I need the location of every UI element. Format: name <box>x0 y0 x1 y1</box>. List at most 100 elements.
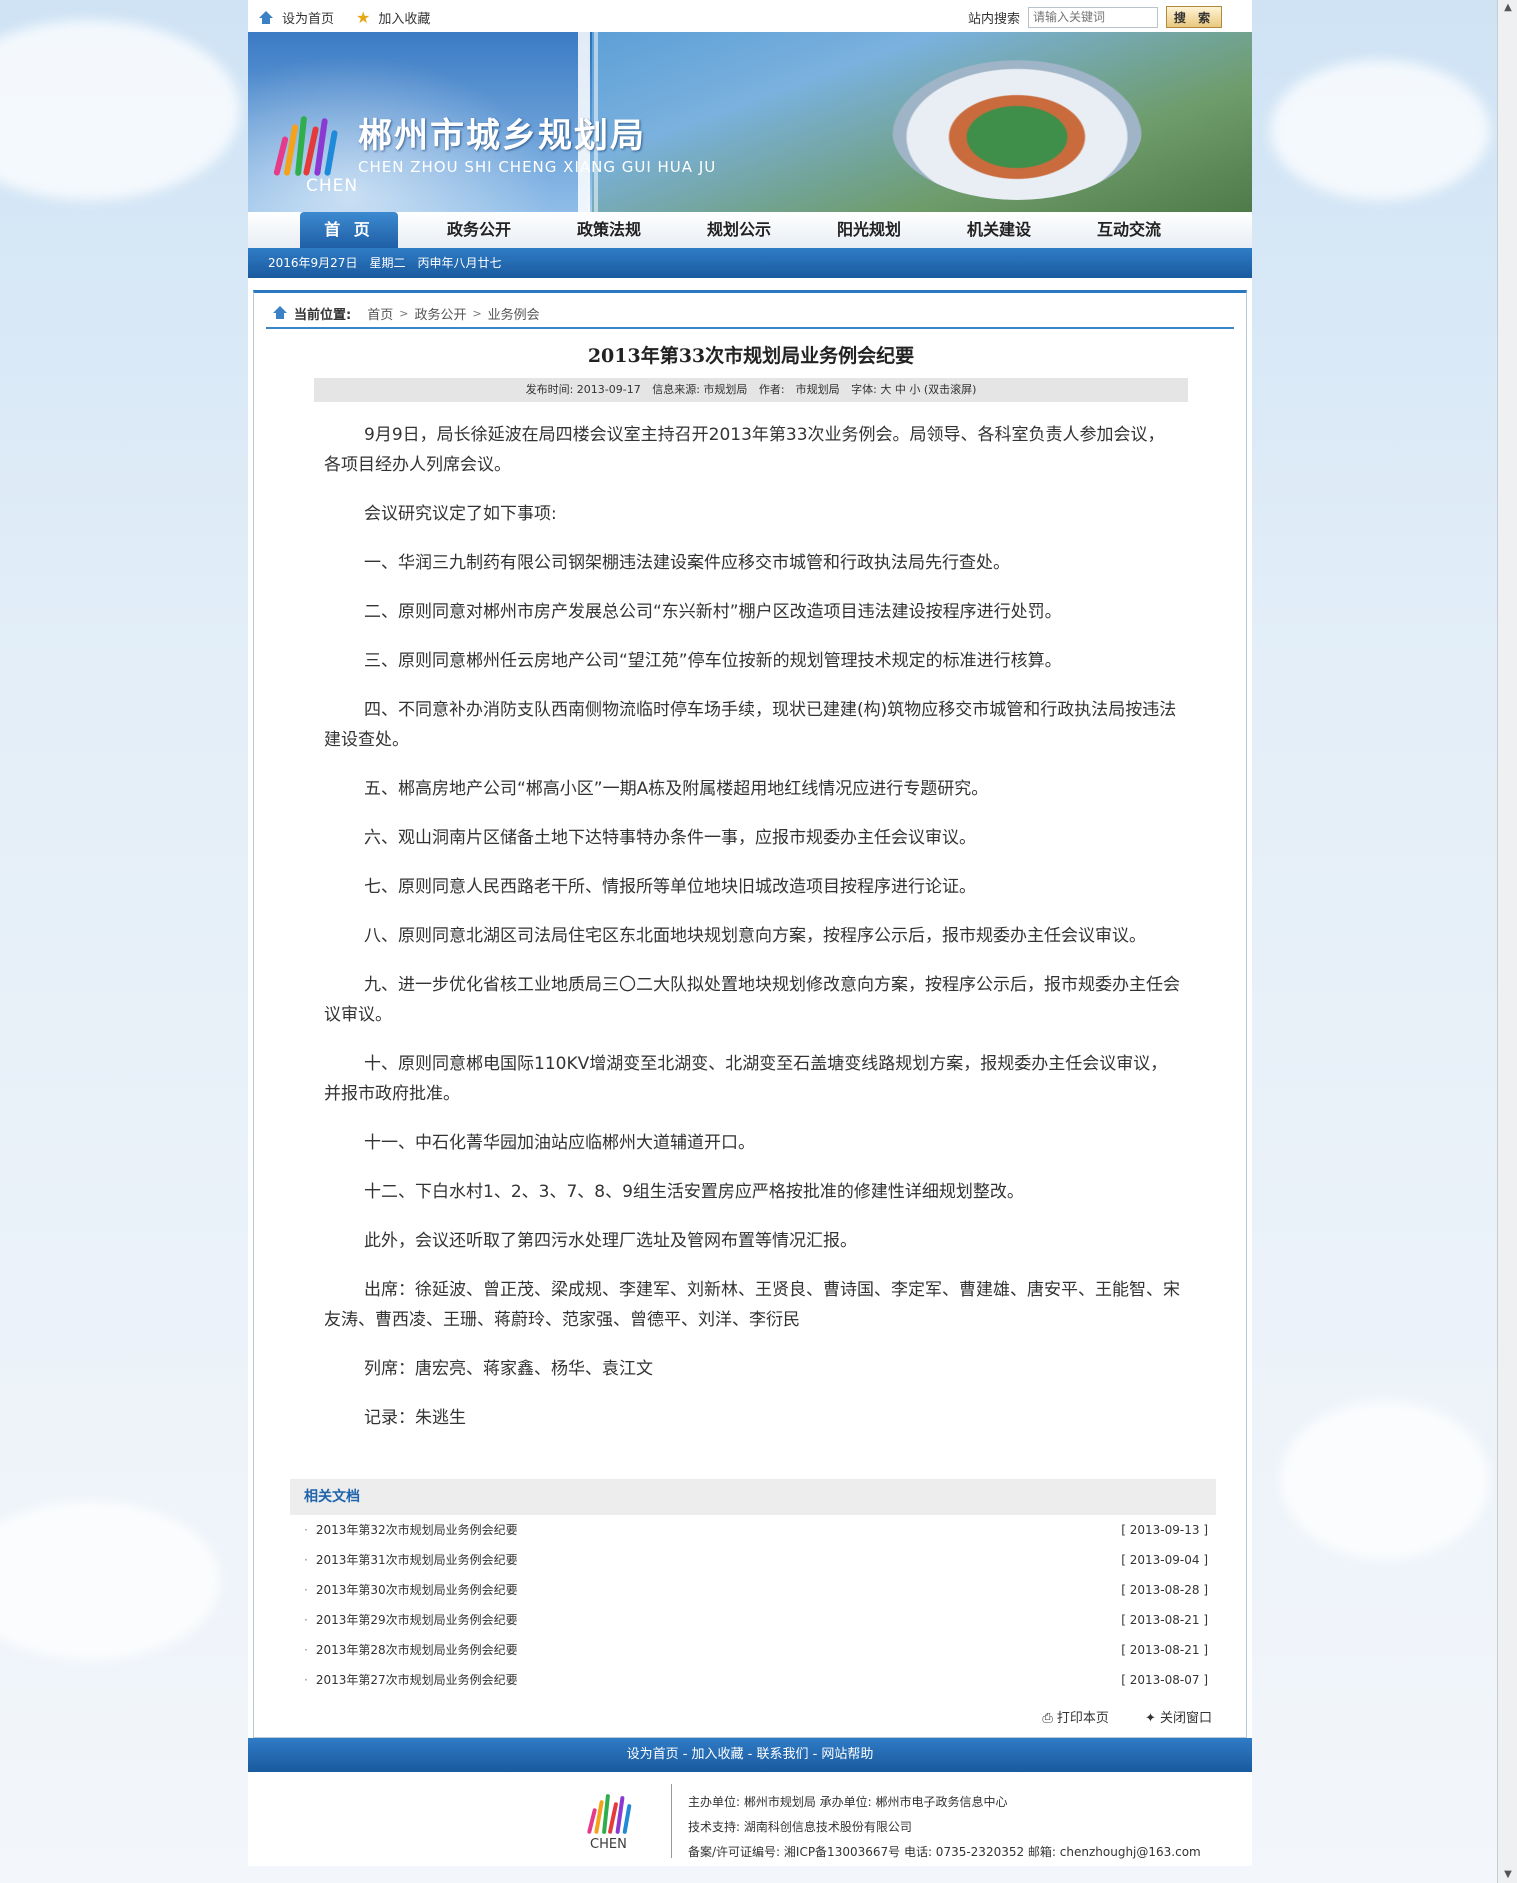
article-author: 作者: 市规划局 <box>758 383 840 396</box>
nav-item-home[interactable]: 首 页 <box>300 212 398 248</box>
article-paragraph: 一、华润三九制药有限公司钢架棚违法建设案件应移交市城管和行政执法局先行查处。 <box>364 553 1010 573</box>
breadcrumb-home[interactable]: 首页 <box>367 304 393 323</box>
article-paragraph: 9月9日，局长徐延波在局四楼会议室主持召开2013年第33次业务例会。局领导、各… <box>324 425 1165 475</box>
article-paragraph: 记录：朱逃生 <box>364 1408 466 1428</box>
nav-item-agency-building[interactable]: 机关建设 <box>950 212 1048 248</box>
site-pinyin: CHEN ZHOU SHI CHENG XIANG GUI HUA JU <box>358 158 717 176</box>
list-item[interactable]: · 2013年第30次市规划局业务例会纪要[ 2013-08-28 ] <box>290 1575 1216 1605</box>
nav-item-planning-notice[interactable]: 规划公示 <box>690 212 788 248</box>
date-bar: 2016年9月27日 星期二 丙申年八月廿七 <box>248 248 1252 278</box>
footer-logo-icon: CHEN <box>586 1790 646 1852</box>
related-documents: 相关文档 · 2013年第32次市规划局业务例会纪要[ 2013-09-13 ] … <box>290 1479 1216 1695</box>
footer-divider <box>671 1784 672 1858</box>
logo-chen-text: CHEN <box>306 176 359 196</box>
star-icon: ★ <box>356 7 371 27</box>
background-cloud <box>1270 60 1490 200</box>
list-item[interactable]: · 2013年第29次市规划局业务例会纪要[ 2013-08-21 ] <box>290 1605 1216 1635</box>
scroll-down-arrow-icon[interactable]: ▼ <box>1502 1869 1514 1881</box>
article-paragraph: 七、原则同意人民西路老干所、情报所等单位地块旧城改造项目按程序进行论证。 <box>364 877 976 897</box>
footer-info: CHEN 主办单位: 郴州市规划局 承办单位: 郴州市电子政务信息中心 技术支持… <box>248 1772 1252 1866</box>
related-link[interactable]: 2013年第27次市规划局业务例会纪要 <box>316 1673 518 1687</box>
nav-item-interaction[interactable]: 互动交流 <box>1080 212 1178 248</box>
set-home-link[interactable]: 设为首页 <box>282 8 334 27</box>
site-title: 郴州市城乡规划局 <box>358 116 646 156</box>
list-item[interactable]: · 2013年第32次市规划局业务例会纪要[ 2013-09-13 ] <box>290 1515 1216 1545</box>
article-paragraph: 会议研究议定了如下事项: <box>364 504 557 524</box>
print-icon: ⎙ <box>1042 1711 1053 1726</box>
close-label: 关闭窗口 <box>1159 1711 1212 1726</box>
search-input[interactable] <box>1028 6 1158 28</box>
article-paragraph: 五、郴高房地产公司“郴高小区”一期A栋及附属楼超用地红线情况应进行专题研究。 <box>364 779 989 799</box>
page-tools: ⎙ 打印本页 ✦ 关闭窗口 <box>1042 1707 1212 1726</box>
home-icon <box>258 10 274 25</box>
background-cloud <box>0 1500 220 1660</box>
article-paragraph: 此外，会议还听取了第四污水处理厂选址及管网布置等情况汇报。 <box>364 1231 857 1251</box>
info-source: 信息来源: 市规划局 <box>652 383 748 396</box>
article-paragraph: 十一、中石化菁华园加油站应临郴州大道辅道开口。 <box>364 1133 755 1153</box>
related-date: [ 2013-08-07 ] <box>1121 1673 1208 1687</box>
header-banner: CHEN 郴州市城乡规划局 CHEN ZHOU SHI CHENG XIANG … <box>248 32 1252 212</box>
article-paragraph: 九、进一步优化省核工业地质局三〇二大队拟处置地块规划修改意向方案，按程序公示后，… <box>324 975 1180 1025</box>
main-navigation: 首 页 政务公开 政策法规 规划公示 阳光规划 机关建设 互动交流 <box>248 212 1252 248</box>
article-paragraph: 八、原则同意北湖区司法局住宅区东北面地块规划意向方案，按程序公示后，报市规委办主… <box>364 926 1146 946</box>
related-link[interactable]: 2013年第28次市规划局业务例会纪要 <box>316 1643 518 1657</box>
article-paragraph: 二、原则同意对郴州市房产发展总公司“东兴新村”棚户区改造项目违法建设按程序进行处… <box>364 602 1062 622</box>
background-cloud <box>0 20 240 200</box>
home-icon <box>272 306 288 320</box>
article-paragraph: 四、不同意补办消防支队西南侧物流临时停车场手续，现状已建建(构)筑物应移交市城管… <box>324 700 1177 750</box>
article-panel: 当前位置: 首页 > 政务公开 > 业务例会 2013年第33次市规划局业务例会… <box>253 290 1247 1738</box>
nav-item-policies[interactable]: 政策法规 <box>560 212 658 248</box>
related-date: [ 2013-09-04 ] <box>1121 1553 1208 1567</box>
article-paragraph: 十、原则同意郴电国际110KV增湖变至北湖变、北湖变至石盖塘变线路规划方案，报规… <box>324 1054 1168 1104</box>
related-link[interactable]: 2013年第30次市规划局业务例会纪要 <box>316 1583 518 1597</box>
breadcrumb-label: 当前位置: <box>294 307 352 323</box>
related-link[interactable]: 2013年第32次市规划局业务例会纪要 <box>316 1523 518 1537</box>
font-size-controls[interactable]: 字体: 大 中 小 (双击滚屏) <box>851 383 976 396</box>
page-container: 设为首页 ★ 加入收藏 站内搜索 搜 索 CHEN 郴州市城乡规划局 CHEN … <box>248 0 1252 1866</box>
nav-item-sunshine-planning[interactable]: 阳光规划 <box>820 212 918 248</box>
breadcrumb-gov-affairs[interactable]: 政务公开 <box>414 304 466 323</box>
print-label: 打印本页 <box>1056 1711 1109 1726</box>
article-title: 2013年第33次市规划局业务例会纪要 <box>587 345 915 367</box>
stadium-image <box>892 60 1142 200</box>
search-label: 站内搜索 <box>967 11 1020 27</box>
close-window-button[interactable]: ✦ 关闭窗口 <box>1145 1707 1212 1726</box>
list-item[interactable]: · 2013年第28次市规划局业务例会纪要[ 2013-08-21 ] <box>290 1635 1216 1665</box>
print-page-button[interactable]: ⎙ 打印本页 <box>1042 1707 1109 1726</box>
article-paragraph: 出席：徐延波、曾正茂、梁成规、李建军、刘新林、王贤良、曹诗国、李定军、曹建雄、唐… <box>324 1280 1180 1330</box>
related-date: [ 2013-09-13 ] <box>1121 1523 1208 1537</box>
breadcrumb: 当前位置: 首页 > 政务公开 > 业务例会 <box>266 299 1234 329</box>
article-paragraph: 十二、下白水村1、2、3、7、8、9组生活安置房应严格按批准的修建性详细规划整改… <box>364 1182 1024 1202</box>
banner-city-photo <box>592 32 1252 212</box>
add-favorite-link[interactable]: 加入收藏 <box>378 8 430 27</box>
related-date: [ 2013-08-21 ] <box>1121 1613 1208 1627</box>
footer-text: 主办单位: 郴州市规划局 承办单位: 郴州市电子政务信息中心 技术支持: 湖南科… <box>688 1790 1201 1865</box>
article-meta: 发布时间: 2013-09-17 信息来源: 市规划局 作者: 市规划局 字体:… <box>314 378 1188 402</box>
article-paragraph: 三、原则同意郴州任云房地产公司“望江苑”停车位按新的规划管理技术规定的标准进行核… <box>364 651 1062 671</box>
background-cloud <box>1280 1400 1490 1560</box>
close-icon: ✦ <box>1144 1711 1156 1726</box>
top-utility-bar: 设为首页 ★ 加入收藏 站内搜索 搜 索 <box>248 0 1252 32</box>
search-button[interactable]: 搜 索 <box>1166 6 1222 28</box>
chevron-right-icon: > <box>399 306 409 320</box>
breadcrumb-business-meeting[interactable]: 业务例会 <box>488 304 540 323</box>
related-link[interactable]: 2013年第31次市规划局业务例会纪要 <box>316 1553 518 1567</box>
vertical-scrollbar[interactable]: ▲ ▼ <box>1497 0 1517 1883</box>
related-link[interactable]: 2013年第29次市规划局业务例会纪要 <box>316 1613 518 1627</box>
list-item[interactable]: · 2013年第31次市规划局业务例会纪要[ 2013-09-04 ] <box>290 1545 1216 1575</box>
publish-date: 发布时间: 2013-09-17 <box>525 383 641 396</box>
footer-sponsor: 主办单位: 郴州市规划局 承办单位: 郴州市电子政务信息中心 <box>688 1795 1008 1809</box>
article-paragraph: 六、观山洞南片区储备土地下达特事特办条件一事，应报市规委办主任会议审议。 <box>364 828 976 848</box>
chevron-right-icon: > <box>472 306 482 320</box>
footer-tech-support: 技术支持: 湖南科创信息技术股份有限公司 <box>688 1820 912 1834</box>
related-date: [ 2013-08-28 ] <box>1121 1583 1208 1597</box>
footer-icp: 备案/许可证编号: 湘ICP备13003667号 电话: 0735-232035… <box>688 1845 1201 1859</box>
footer-logo-text: CHEN <box>590 1837 627 1852</box>
related-heading: 相关文档 <box>290 1479 1216 1515</box>
list-item[interactable]: · 2013年第27次市规划局业务例会纪要[ 2013-08-07 ] <box>290 1665 1216 1695</box>
article-paragraph: 列席：唐宏亮、蒋家鑫、杨华、袁江文 <box>364 1359 653 1379</box>
related-date: [ 2013-08-21 ] <box>1121 1643 1208 1657</box>
nav-item-gov-affairs[interactable]: 政务公开 <box>430 212 528 248</box>
footer-links[interactable]: 设为首页 - 加入收藏 - 联系我们 - 网站帮助 <box>248 1738 1252 1772</box>
scroll-up-arrow-icon[interactable]: ▲ <box>1502 2 1514 14</box>
